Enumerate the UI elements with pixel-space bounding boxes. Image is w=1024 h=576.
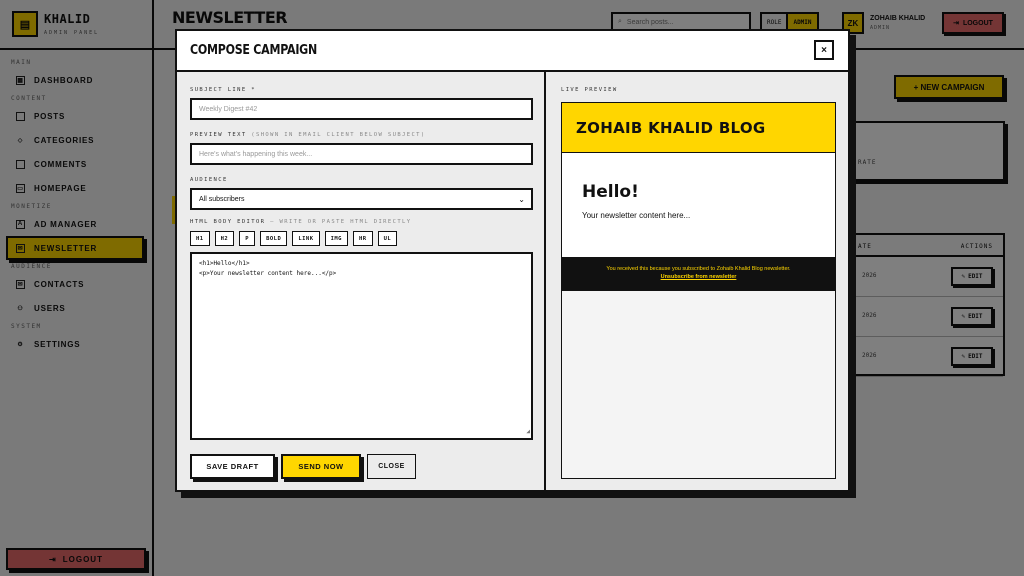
close-icon[interactable]: × bbox=[814, 40, 834, 60]
audience-label: AUDIENCE bbox=[190, 177, 228, 183]
close-button[interactable]: CLOSE bbox=[367, 454, 416, 479]
email-preview: ZOHAIB KHALID BLOG Hello! Your newslette… bbox=[561, 102, 836, 479]
tool-link-button[interactable]: LINK bbox=[292, 231, 320, 246]
tool-img-button[interactable]: IMG bbox=[324, 231, 348, 246]
editor-toolbar: H1 H2 P BOLD LINK IMG HR UL bbox=[190, 231, 398, 246]
resize-handle-icon[interactable]: ◢ bbox=[526, 427, 530, 437]
preview-paragraph: Your newsletter content here... bbox=[582, 211, 691, 220]
preview-body: Hello! Your newsletter content here... bbox=[562, 153, 835, 257]
live-preview-label: LIVE PREVIEW bbox=[561, 87, 618, 93]
form-actions: SAVE DRAFT SEND NOW CLOSE bbox=[190, 454, 416, 479]
editor-line: <h1>Hello</h1> bbox=[199, 260, 250, 267]
tool-h2-button[interactable]: H2 bbox=[214, 231, 235, 246]
subject-label: SUBJECT LINE * bbox=[190, 87, 256, 93]
compose-campaign-modal: COMPOSE CAMPAIGN × SUBJECT LINE * Weekly… bbox=[175, 29, 850, 492]
compose-form: SUBJECT LINE * Weekly Digest #42 PREVIEW… bbox=[177, 72, 546, 492]
preview-footer: You received this because you subscribed… bbox=[562, 257, 835, 291]
html-editor-textarea[interactable]: <h1>Hello</h1> <p>Your newsletter conten… bbox=[190, 252, 533, 440]
editor-label: HTML BODY EDITOR — WRITE OR PASTE HTML D… bbox=[190, 219, 412, 225]
send-now-button[interactable]: SEND NOW bbox=[281, 454, 361, 479]
modal-title: COMPOSE CAMPAIGN bbox=[190, 43, 317, 58]
preview-banner: ZOHAIB KHALID BLOG bbox=[562, 103, 835, 153]
tool-hr-button[interactable]: HR bbox=[353, 231, 373, 246]
editor-line: <p>Your newsletter content here...</p> bbox=[199, 270, 337, 277]
tool-ul-button[interactable]: UL bbox=[377, 231, 398, 246]
preview-text-input[interactable]: Here's what's happening this week... bbox=[190, 143, 533, 165]
tool-bold-button[interactable]: BOLD bbox=[260, 231, 288, 246]
preview-heading: Hello! bbox=[582, 182, 639, 202]
audience-select[interactable]: All subscribers ⌄ bbox=[190, 188, 533, 210]
modal-header: COMPOSE CAMPAIGN × bbox=[177, 31, 848, 72]
unsubscribe-link[interactable]: Unsubscribe from newsletter bbox=[562, 274, 835, 282]
save-draft-button[interactable]: SAVE DRAFT bbox=[190, 454, 275, 479]
footer-text: You received this because you subscribed… bbox=[606, 266, 791, 272]
subject-input[interactable]: Weekly Digest #42 bbox=[190, 98, 533, 120]
live-preview-pane: LIVE PREVIEW ZOHAIB KHALID BLOG Hello! Y… bbox=[547, 72, 850, 492]
tool-p-button[interactable]: P bbox=[239, 231, 256, 246]
preview-text-label: PREVIEW TEXT (SHOWN IN EMAIL CLIENT BELO… bbox=[190, 132, 426, 138]
chevron-down-icon: ⌄ bbox=[518, 194, 525, 204]
tool-h1-button[interactable]: H1 bbox=[190, 231, 210, 246]
